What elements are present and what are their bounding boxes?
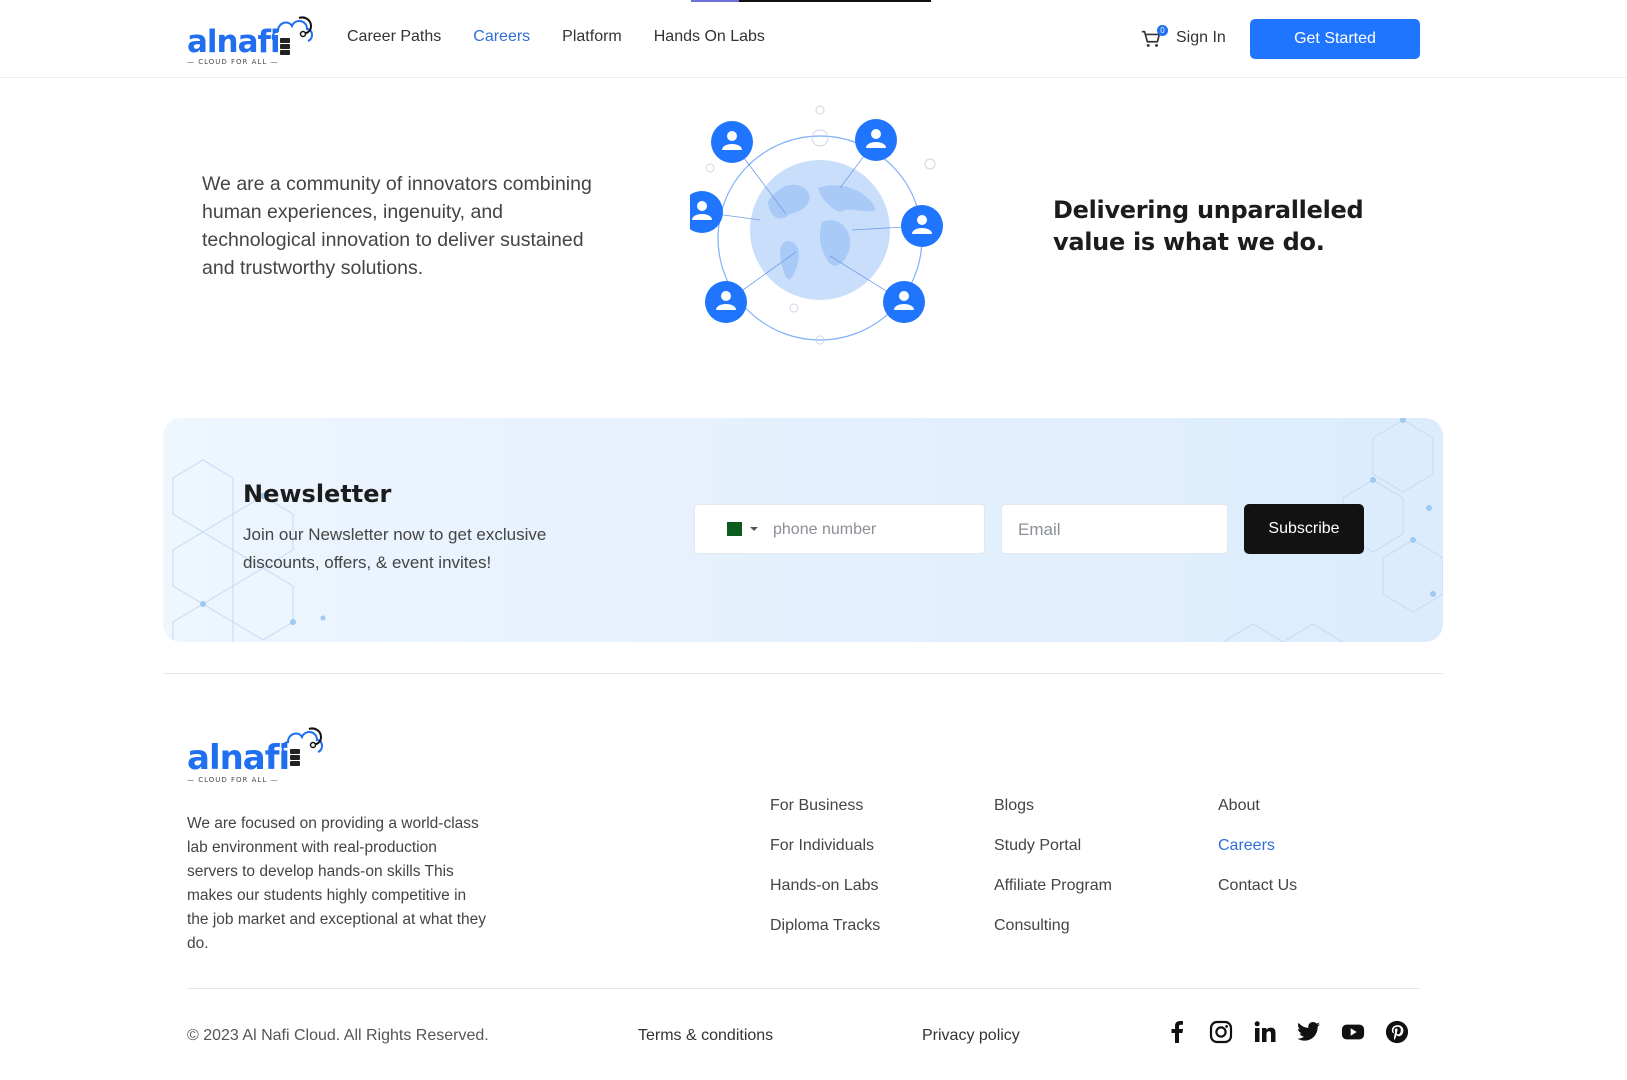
pinterest-icon[interactable] — [1385, 1020, 1409, 1044]
footer-link-study-portal[interactable]: Study Portal — [994, 836, 1112, 876]
footer-link-affiliate-program[interactable]: Affiliate Program — [994, 876, 1112, 916]
footer-link-for-individuals[interactable]: For Individuals — [770, 836, 880, 876]
main-nav: Career Paths Careers Platform Hands On L… — [347, 28, 765, 46]
footer-bottom-divider — [187, 988, 1420, 989]
newsletter-title: Newsletter — [243, 480, 392, 508]
footer-column-resources: Blogs Study Portal Affiliate Program Con… — [994, 796, 1112, 956]
social-links — [1165, 1020, 1409, 1044]
footer-column-company: About Careers Contact Us — [1218, 796, 1297, 916]
hero-heading: Delivering unparalleled value is what we… — [1053, 196, 1364, 256]
footer-column-programs: For Business For Individuals Hands-on La… — [770, 796, 880, 956]
footer-divider — [163, 673, 1443, 674]
nav-hands-on-labs[interactable]: Hands On Labs — [654, 28, 765, 46]
footer-link-blogs[interactable]: Blogs — [994, 796, 1112, 836]
newsletter-section: Newsletter Join our Newsletter now to ge… — [163, 418, 1443, 642]
email-field — [1001, 504, 1228, 554]
sign-in-link[interactable]: Sign In — [1176, 29, 1226, 47]
email-input[interactable] — [1018, 517, 1218, 543]
header-logo[interactable]: alnafi — CLOUD FOR ALL — — [187, 12, 313, 68]
copyright-text: © 2023 Al Nafi Cloud. All Rights Reserve… — [187, 1027, 489, 1044]
footer-link-careers[interactable]: Careers — [1218, 836, 1297, 876]
cloud-server-icon — [271, 16, 313, 55]
footer-link-about[interactable]: About — [1218, 796, 1297, 836]
footer-link-for-business[interactable]: For Business — [770, 796, 880, 836]
logo-tagline: — CLOUD FOR ALL — — [187, 58, 279, 66]
instagram-icon[interactable] — [1209, 1020, 1233, 1044]
linkedin-icon[interactable] — [1253, 1020, 1277, 1044]
nav-career-paths[interactable]: Career Paths — [347, 28, 441, 46]
footer-about-text: We are focused on providing a world-clas… — [187, 815, 486, 952]
cart-count-badge: 0 — [1157, 25, 1168, 36]
footer-link-consulting[interactable]: Consulting — [994, 916, 1112, 956]
terms-link[interactable]: Terms & conditions — [638, 1027, 773, 1045]
logo-wordmark: alnafi — [187, 738, 290, 778]
get-started-button[interactable]: Get Started — [1250, 19, 1420, 59]
hero-description: We are a community of innovators combini… — [202, 173, 592, 279]
footer-logo[interactable]: alnafi — CLOUD FOR ALL — — [187, 720, 327, 784]
cloud-server-icon — [281, 727, 323, 766]
pakistan-flag-icon[interactable] — [722, 522, 742, 536]
logo-tagline: — CLOUD FOR ALL — — [187, 776, 279, 784]
youtube-icon[interactable] — [1341, 1020, 1365, 1044]
phone-input[interactable] — [773, 517, 973, 543]
nav-careers[interactable]: Careers — [473, 28, 530, 46]
logo-wordmark: alnafi — [187, 24, 281, 60]
footer-link-contact-us[interactable]: Contact Us — [1218, 876, 1297, 916]
subscribe-button[interactable]: Subscribe — [1244, 504, 1364, 554]
twitter-icon[interactable] — [1297, 1020, 1321, 1044]
newsletter-subtitle: Join our Newsletter now to get exclusive… — [243, 525, 547, 572]
chevron-down-icon[interactable] — [750, 527, 758, 531]
privacy-link[interactable]: Privacy policy — [922, 1027, 1020, 1045]
scroll-indicator — [691, 0, 931, 2]
nav-platform[interactable]: Platform — [562, 28, 622, 46]
facebook-icon[interactable] — [1165, 1020, 1189, 1044]
phone-field — [694, 504, 985, 554]
footer-link-hands-on-labs[interactable]: Hands-on Labs — [770, 876, 880, 916]
global-community-illustration — [690, 105, 943, 345]
site-header: alnafi — CLOUD FOR ALL — Career Paths Ca… — [0, 0, 1627, 78]
footer-link-diploma-tracks[interactable]: Diploma Tracks — [770, 916, 880, 956]
